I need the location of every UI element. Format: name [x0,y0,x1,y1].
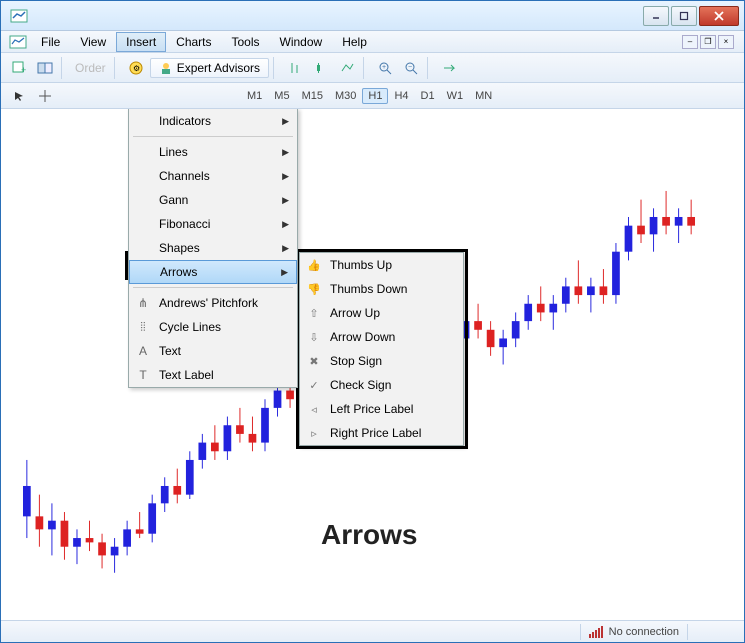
insert-menu-arrows[interactable]: Arrows▶ [129,260,297,284]
autotrading-button[interactable]: ⚙ [124,57,148,79]
expert-advisors-label: Expert Advisors [177,61,260,75]
timeframe-h1[interactable]: H1 [362,88,388,104]
auto-scroll-button[interactable] [437,57,461,79]
insert-menu-text-label[interactable]: TText Label [129,363,297,387]
arrows-submenu: 👍Thumbs Up👎Thumbs Down⇧Arrow Up⇩Arrow Do… [299,252,464,446]
statusbar: For Help, press F1 No connection [1,620,744,642]
insert-menu-dropdown: Indicators▶ Lines▶Channels▶Gann▶Fibonacci… [128,109,298,388]
timeframe-mn[interactable]: MN [469,88,498,104]
menubar: FileViewInsertChartsToolsWindowHelp – ❐ … [1,31,744,53]
thumbs-up-icon: 👍 [306,259,322,272]
arrows-thumbs-down[interactable]: 👎Thumbs Down [300,277,463,301]
menu-view[interactable]: View [70,32,116,52]
submenu-arrow-icon: ▶ [282,171,289,182]
arrows-thumbs-up[interactable]: 👍Thumbs Up [300,253,463,277]
stop-sign-icon: ✖ [306,355,322,368]
mdi-close-button[interactable]: × [718,35,734,49]
arrows-left-price-label[interactable]: ◃Left Price Label [300,397,463,421]
insert-menu-cycle-lines[interactable]: ⦙⦙Cycle Lines [129,315,297,339]
zoom-in-button[interactable]: + [373,57,397,79]
arrows-arrow-down[interactable]: ⇩Arrow Down [300,325,463,349]
left-price-label-icon: ◃ [306,403,322,416]
right-price-label-icon: ▹ [306,427,322,440]
menu-tools[interactable]: Tools [222,32,270,52]
annotation-label: Arrows [321,519,417,551]
menu-file[interactable]: File [31,32,70,52]
arrow-up-icon: ⇧ [306,307,322,320]
bar-chart-button[interactable] [283,57,307,79]
insert-menu-shapes[interactable]: Shapes▶ [129,236,297,260]
insert-menu-indicators[interactable]: Indicators▶ [129,109,297,133]
thumbs-down-icon: 👎 [306,283,322,296]
insert-menu-lines[interactable]: Lines▶ [129,140,297,164]
app-icon [9,6,29,26]
submenu-arrow-icon: ▶ [281,267,288,278]
arrows-check-sign[interactable]: ✓Check Sign [300,373,463,397]
connection-status: No connection [609,626,679,638]
expert-advisors-button[interactable]: Expert Advisors [150,58,269,78]
line-chart-button[interactable] [335,57,359,79]
app-small-icon [9,33,27,51]
svg-text:−: − [408,64,412,71]
andrews-pitchfork-icon: ⋔ [135,296,151,310]
submenu-arrow-icon: ▶ [282,116,289,127]
insert-menu-channels[interactable]: Channels▶ [129,164,297,188]
app-window: FileViewInsertChartsToolsWindowHelp – ❐ … [0,0,745,643]
menu-insert[interactable]: Insert [116,32,166,52]
profiles-button[interactable] [33,57,57,79]
text-icon: A [135,344,151,358]
menu-help[interactable]: Help [332,32,377,52]
timeframe-w1[interactable]: W1 [441,88,470,104]
new-chart-button[interactable]: + [7,57,31,79]
insert-menu-gann[interactable]: Gann▶ [129,188,297,212]
insert-menu-fibonacci[interactable]: Fibonacci▶ [129,212,297,236]
arrows-right-price-label[interactable]: ▹Right Price Label [300,421,463,445]
close-button[interactable] [699,6,739,26]
toolbar-drawing: M1M5M15M30H1H4D1W1MN [1,83,744,109]
new-order-label: Order [71,61,110,75]
toolbar-main: + Order ⚙ Expert Advisors + − [1,53,744,83]
submenu-arrow-icon: ▶ [282,243,289,254]
maximize-button[interactable] [671,6,697,26]
connection-bars-icon [589,626,603,638]
svg-text:⚙: ⚙ [133,64,140,73]
submenu-arrow-icon: ▶ [282,219,289,230]
titlebar [1,1,744,31]
arrows-arrow-up[interactable]: ⇧Arrow Up [300,301,463,325]
cursor-button[interactable] [7,85,31,107]
expert-icon [159,61,173,75]
timeframe-m1[interactable]: M1 [241,88,268,104]
mdi-minimize-button[interactable]: – [682,35,698,49]
arrow-down-icon: ⇩ [306,331,322,344]
menu-charts[interactable]: Charts [166,32,221,52]
timeframe-d1[interactable]: D1 [415,88,441,104]
crosshair-button[interactable] [33,85,57,107]
zoom-out-button[interactable]: − [399,57,423,79]
timeframe-h4[interactable]: H4 [388,88,414,104]
svg-text:+: + [382,64,386,71]
arrows-stop-sign[interactable]: ✖Stop Sign [300,349,463,373]
submenu-arrow-icon: ▶ [282,147,289,158]
text-label-icon: T [135,368,151,382]
insert-menu-text[interactable]: AText [129,339,297,363]
timeframe-m5[interactable]: M5 [268,88,295,104]
insert-menu-andrews-pitchfork[interactable]: ⋔Andrews' Pitchfork [129,291,297,315]
svg-text:+: + [21,65,26,75]
cycle-lines-icon: ⦙⦙ [135,320,151,335]
mdi-restore-button[interactable]: ❐ [700,35,716,49]
chart-area[interactable]: Arrows Indicators▶ Lines▶Channels▶Gann▶Fi… [1,109,744,620]
submenu-arrow-icon: ▶ [282,195,289,206]
timeframe-m15[interactable]: M15 [296,88,329,104]
check-sign-icon: ✓ [306,379,322,392]
minimize-button[interactable] [643,6,669,26]
candle-chart-button[interactable] [309,57,333,79]
timeframe-m30[interactable]: M30 [329,88,362,104]
menu-window[interactable]: Window [270,32,333,52]
